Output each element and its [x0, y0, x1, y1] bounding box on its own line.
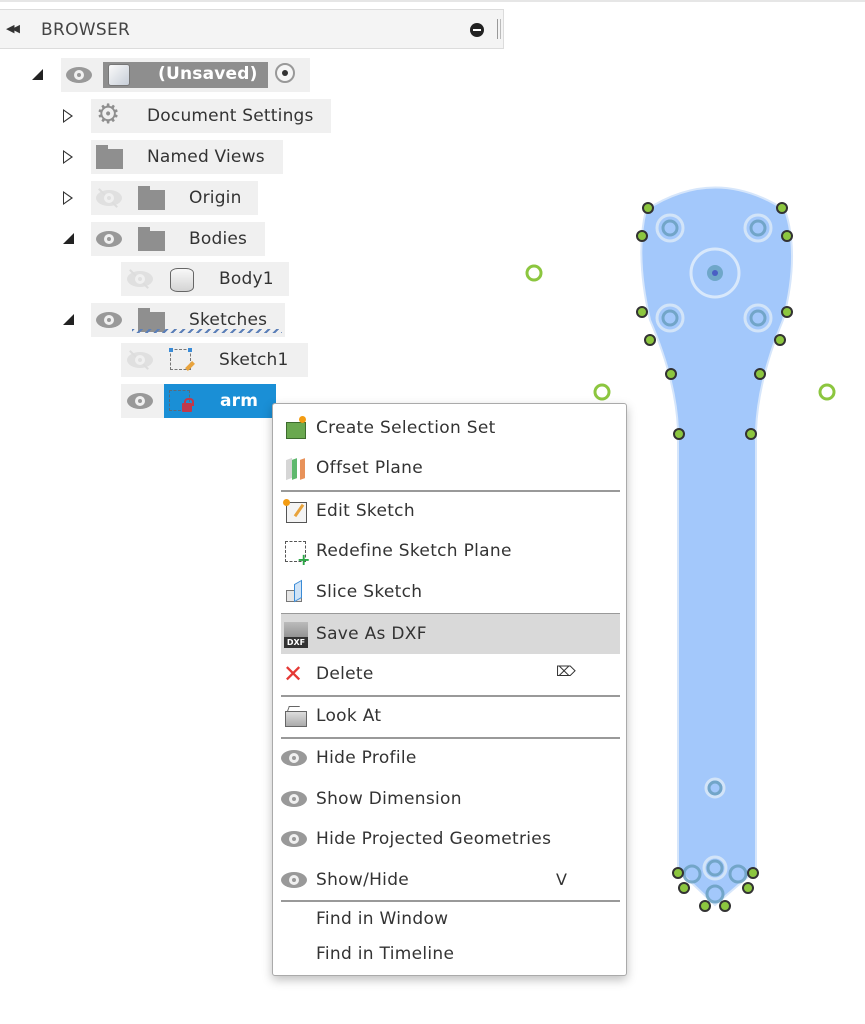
eye-hidden-icon[interactable]	[127, 350, 153, 370]
folder-icon	[138, 186, 165, 210]
tree-item-label: Body1	[219, 269, 274, 289]
tree-item-label: Sketch1	[219, 350, 289, 370]
menu-item-find-in-timeline[interactable]: Find in Timeline	[281, 936, 620, 976]
menu-item-show-dimension[interactable]: Show Dimension	[281, 779, 620, 819]
folder-icon	[96, 145, 123, 169]
minus-circle-icon[interactable]	[470, 23, 484, 37]
menu-item-hide-projected-geometries[interactable]: Hide Projected Geometries	[281, 819, 620, 859]
menu-item-slice-sketch[interactable]: Slice Sketch	[281, 572, 620, 612]
root-label: (Unsaved)	[158, 64, 258, 84]
tree-item-label: Sketches	[189, 310, 268, 330]
tree-item-named-views[interactable]: Named Views	[0, 140, 290, 174]
sketch-locked-icon	[169, 390, 194, 412]
eye-icon	[281, 831, 307, 847]
tree-item-document-settings[interactable]: ⚙ Document Settings	[0, 99, 332, 133]
tree-item-label: Bodies	[189, 229, 248, 249]
component-icon	[108, 64, 130, 86]
menu-item-create-selection-set[interactable]: Create Selection Set	[281, 408, 620, 448]
eye-icon	[281, 750, 307, 766]
tree-item-bodies[interactable]: Bodies	[0, 222, 270, 256]
dxf-icon: DXF	[283, 622, 308, 648]
shortcut-label: V	[556, 870, 567, 889]
expand-triangle-icon[interactable]	[63, 314, 74, 325]
expand-triangle-icon[interactable]	[63, 109, 73, 123]
sketch-point	[818, 383, 836, 401]
offset-plane-icon	[283, 456, 307, 481]
eye-icon	[281, 791, 307, 807]
eye-icon[interactable]	[96, 312, 122, 328]
sketch-icon	[169, 348, 195, 371]
expand-triangle-icon[interactable]	[63, 233, 74, 244]
folder-icon	[138, 227, 165, 251]
edit-sketch-icon	[283, 499, 307, 523]
tree-item-label: Origin	[189, 188, 242, 208]
panel-grip-handle[interactable]	[497, 19, 501, 39]
menu-item-offset-plane[interactable]: Offset Plane	[281, 448, 620, 488]
tree-item-body1[interactable]: Body1	[0, 262, 300, 296]
menu-item-find-in-window[interactable]: Find in Window	[281, 901, 620, 941]
eye-hidden-icon[interactable]	[127, 269, 153, 289]
tree-item-sketches[interactable]: Sketches	[0, 303, 290, 337]
menu-item-save-as-dxf[interactable]: DXF Save As DXF	[281, 614, 620, 654]
eye-icon[interactable]	[96, 231, 122, 247]
tree-item-label: Named Views	[147, 147, 265, 167]
sketch-point	[593, 383, 611, 401]
selection-set-icon	[283, 416, 307, 440]
top-border	[0, 0, 865, 2]
menu-item-edit-sketch[interactable]: Edit Sketch	[281, 491, 620, 531]
eye-icon[interactable]	[127, 393, 153, 409]
tree-item-label: Document Settings	[147, 106, 314, 126]
tree-root[interactable]: (Unsaved)	[0, 58, 320, 92]
body-icon	[170, 268, 194, 292]
context-menu: Create Selection Set Offset Plane Edit S…	[272, 403, 627, 976]
menu-item-delete[interactable]: ✕ Delete ⌦	[281, 654, 620, 694]
tree-item-arm[interactable]: arm	[0, 384, 280, 418]
redefine-plane-icon: +	[283, 539, 310, 568]
browser-header: ◀◀ BROWSER	[0, 9, 504, 49]
tree-item-label: arm	[220, 391, 259, 411]
expand-triangle-icon[interactable]	[63, 150, 73, 164]
eye-icon	[281, 872, 307, 888]
look-at-icon	[283, 704, 307, 728]
delete-icon: ✕	[283, 660, 304, 688]
gear-icon: ⚙	[96, 99, 121, 130]
tree-item-sketch1[interactable]: Sketch1	[0, 343, 310, 377]
activate-radio-icon[interactable]	[275, 63, 295, 83]
eye-icon[interactable]	[66, 67, 92, 83]
expand-triangle-icon[interactable]	[32, 69, 43, 80]
delete-key-icon: ⌦	[556, 664, 576, 680]
tree-item-origin[interactable]: Origin	[0, 181, 260, 215]
eye-hidden-icon[interactable]	[96, 188, 122, 208]
dependency-underline	[132, 329, 282, 333]
slice-icon	[283, 579, 307, 604]
double-left-arrow-icon[interactable]: ◀◀	[6, 22, 20, 35]
menu-item-hide-profile[interactable]: Hide Profile	[281, 738, 620, 778]
sketch-point	[525, 264, 543, 282]
expand-triangle-icon[interactable]	[63, 191, 73, 205]
menu-item-look-at[interactable]: Look At	[281, 696, 620, 736]
menu-item-show-hide[interactable]: Show/Hide V	[281, 860, 620, 900]
browser-title: BROWSER	[41, 20, 131, 40]
menu-item-redefine-sketch-plane[interactable]: + Redefine Sketch Plane	[281, 531, 620, 571]
